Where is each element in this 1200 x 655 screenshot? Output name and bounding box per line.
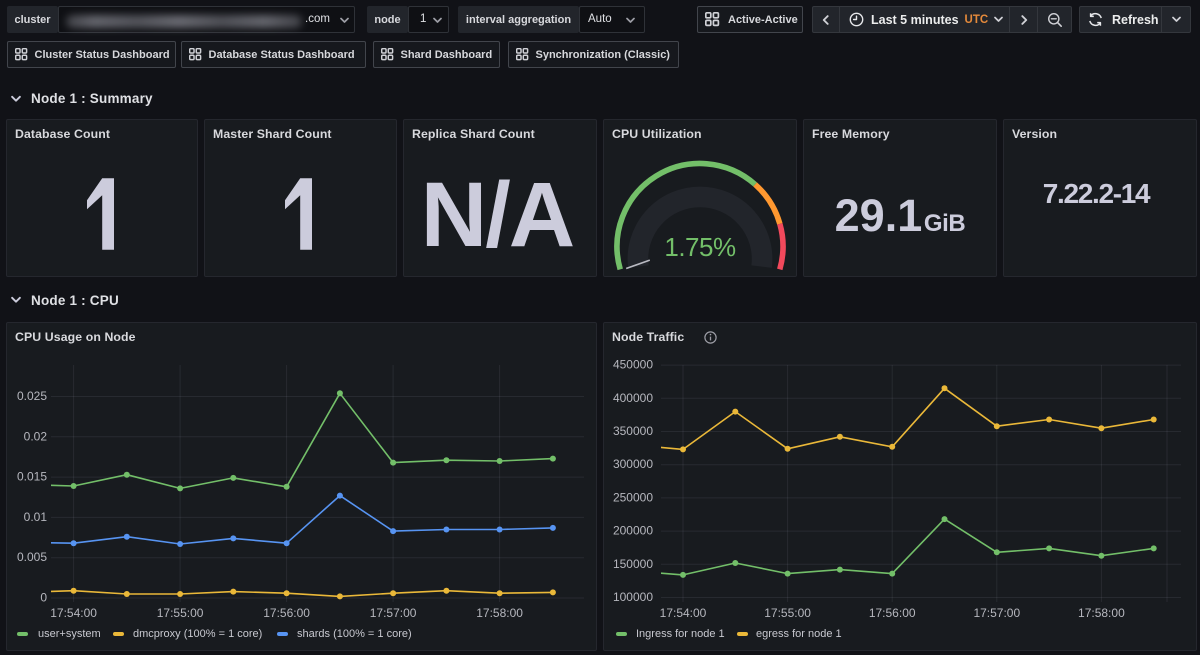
- svg-text:100000: 100000: [613, 590, 653, 604]
- svg-text:17:54:00: 17:54:00: [50, 606, 97, 620]
- svg-text:17:54:00: 17:54:00: [660, 606, 707, 620]
- svg-text:400000: 400000: [613, 391, 653, 405]
- svg-text:17:57:00: 17:57:00: [973, 606, 1020, 620]
- svg-text:0.01: 0.01: [24, 510, 48, 524]
- svg-text:17:57:00: 17:57:00: [370, 606, 417, 620]
- svg-text:450000: 450000: [613, 358, 653, 372]
- svg-text:150000: 150000: [613, 557, 653, 571]
- svg-text:17:58:00: 17:58:00: [1078, 606, 1125, 620]
- svg-text:200000: 200000: [613, 524, 653, 538]
- svg-text:0.005: 0.005: [17, 550, 47, 564]
- svg-text:300000: 300000: [613, 457, 653, 471]
- svg-text:17:55:00: 17:55:00: [157, 606, 204, 620]
- svg-text:350000: 350000: [613, 424, 653, 438]
- svg-text:0.025: 0.025: [17, 389, 47, 403]
- svg-text:17:56:00: 17:56:00: [263, 606, 310, 620]
- svg-text:17:55:00: 17:55:00: [764, 606, 811, 620]
- svg-text:17:58:00: 17:58:00: [476, 606, 523, 620]
- svg-text:250000: 250000: [613, 490, 653, 504]
- svg-text:0.015: 0.015: [17, 470, 47, 484]
- svg-text:17:56:00: 17:56:00: [869, 606, 916, 620]
- svg-text:0: 0: [40, 591, 47, 605]
- svg-text:0.02: 0.02: [24, 429, 48, 443]
